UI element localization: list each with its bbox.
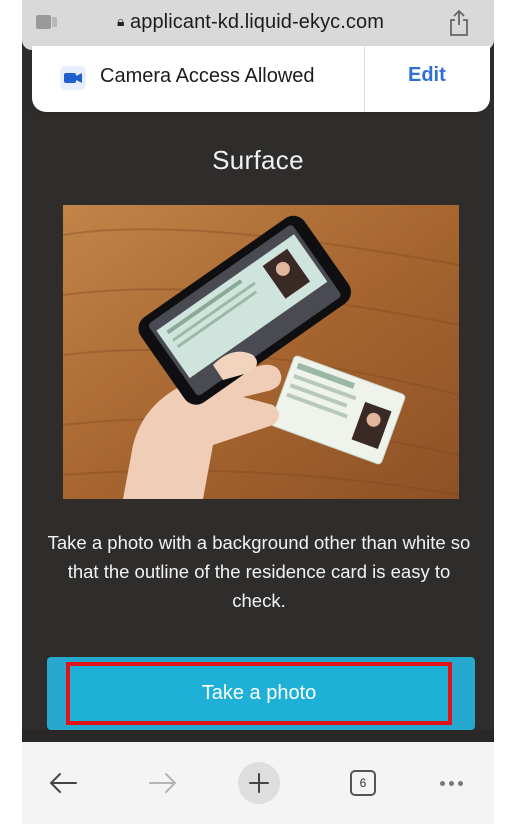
- divider: [364, 46, 365, 112]
- lock-icon: 🔒︎: [117, 13, 125, 29]
- phone-screen: 🔒︎ applicant-kd.liquid-ekyc.com Camera A…: [22, 0, 494, 824]
- tab-count: 6: [350, 770, 376, 796]
- camera-permission-banner: Camera Access Allowed Edit: [32, 46, 490, 112]
- button-container: Take a photo: [47, 657, 475, 730]
- address-bar[interactable]: 🔒︎ applicant-kd.liquid-ekyc.com: [22, 0, 494, 50]
- plus-icon: [249, 773, 269, 793]
- forward-button[interactable]: [138, 742, 188, 824]
- example-photo: [63, 205, 459, 499]
- back-button[interactable]: [38, 742, 88, 824]
- url-text[interactable]: applicant-kd.liquid-ekyc.com: [130, 11, 384, 34]
- back-arrow-icon: [49, 773, 77, 793]
- more-button[interactable]: [426, 742, 476, 824]
- edit-permission-button[interactable]: Edit: [408, 64, 446, 87]
- more-dots-icon: [439, 780, 463, 786]
- permission-label: Camera Access Allowed: [100, 65, 315, 87]
- share-icon[interactable]: [448, 8, 470, 38]
- instruction-text: Take a photo with a background other tha…: [47, 532, 471, 611]
- browser-toolbar: 6: [22, 742, 494, 824]
- page-title: Surface: [212, 145, 304, 175]
- tabs-icon[interactable]: [36, 13, 58, 29]
- forward-arrow-icon: [149, 773, 177, 793]
- take-photo-button[interactable]: Take a photo: [66, 662, 452, 725]
- video-camera-icon: [60, 66, 86, 90]
- tab-switcher-button[interactable]: 6: [338, 742, 388, 824]
- new-tab-button[interactable]: [234, 742, 284, 824]
